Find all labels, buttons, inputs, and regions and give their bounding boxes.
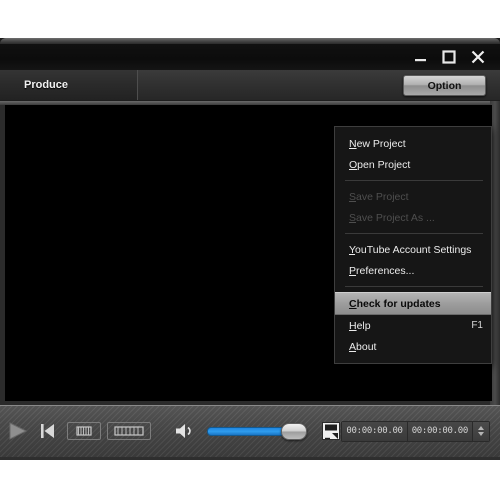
menu-item-label: Preferences...: [349, 264, 415, 277]
menu-item-check-for-updates[interactable]: Check for updates: [335, 292, 491, 315]
tab-produce-label: Produce: [24, 79, 69, 91]
menu-item-label: Open Project: [349, 158, 411, 171]
close-icon: [471, 50, 485, 64]
timecode-group: 00:00:00.00 00:00:00.00: [341, 420, 490, 442]
skip-back-icon: [41, 424, 54, 438]
window-controls: [412, 49, 500, 65]
mark-in-button[interactable]: [67, 421, 101, 441]
menu-item-about[interactable]: About: [335, 336, 491, 357]
mark-out-icon: [107, 422, 151, 440]
menu-item-label: Check for updates: [349, 297, 441, 310]
mark-in-icon: [67, 422, 101, 440]
menu-item-label: Save Project: [349, 190, 409, 203]
top-tab-bar: Produce Option: [0, 70, 500, 102]
snapshot-icon: [322, 422, 341, 440]
title-bar: [0, 44, 500, 70]
volume-slider-handle[interactable]: [281, 422, 308, 440]
option-button[interactable]: Option: [403, 75, 486, 96]
timecode-current[interactable]: 00:00:00.00: [342, 421, 408, 441]
minimize-icon: [415, 59, 426, 62]
minimize-button[interactable]: [412, 49, 428, 65]
menu-item-label: Help: [349, 319, 371, 332]
play-button[interactable]: [6, 420, 30, 442]
spinner-updown-icon: [478, 426, 484, 436]
speaker-icon: [176, 424, 191, 438]
menu-separator: [345, 286, 483, 287]
transport-toolbar: 00:00:00.00 00:00:00.00: [0, 405, 500, 458]
play-icon: [9, 422, 28, 440]
menu-item-youtube-account-settings[interactable]: YouTube Account Settings: [335, 239, 491, 260]
app-root: Produce Option 00:00:00.00 00:00:00.00 N…: [0, 0, 500, 500]
view-tab-bar: StoryBoard Timeline: [0, 457, 500, 460]
menu-item-help[interactable]: Help F1: [335, 315, 491, 336]
menu-item-label: YouTube Account Settings: [349, 243, 472, 256]
menu-item-open-project[interactable]: Open Project: [335, 154, 491, 175]
menu-separator: [345, 233, 483, 234]
maximize-button[interactable]: [441, 49, 457, 65]
menu-item-save-project: Save Project: [335, 186, 491, 207]
timecode-spinner[interactable]: [473, 421, 489, 441]
volume-slider[interactable]: [207, 422, 308, 440]
menu-item-accelerator: F1: [471, 320, 483, 331]
option-dropdown-menu: New Project Open Project Save Project Save …: [334, 126, 492, 364]
menu-item-label: New Project: [349, 137, 406, 150]
volume-button[interactable]: [173, 421, 195, 441]
mark-out-button[interactable]: [107, 421, 151, 441]
menu-item-save-project-as: Save Project As ...: [335, 207, 491, 228]
maximize-icon: [442, 50, 456, 64]
menu-separator: [345, 180, 483, 181]
timecode-total[interactable]: 00:00:00.00: [407, 421, 473, 441]
option-button-label: Option: [427, 79, 462, 92]
application-window: Produce Option 00:00:00.00 00:00:00.00 N…: [0, 38, 500, 460]
transport-controls-row: 00:00:00.00 00:00:00.00: [0, 418, 500, 444]
menu-item-preferences[interactable]: Preferences...: [335, 260, 491, 281]
previous-frame-button[interactable]: [38, 421, 56, 441]
tab-produce[interactable]: Produce: [0, 70, 138, 100]
menu-item-label: Save Project As ...: [349, 211, 435, 224]
menu-item-label: About: [349, 340, 377, 353]
snapshot-button[interactable]: [321, 421, 341, 441]
close-button[interactable]: [470, 49, 486, 65]
menu-item-new-project[interactable]: New Project: [335, 133, 491, 154]
